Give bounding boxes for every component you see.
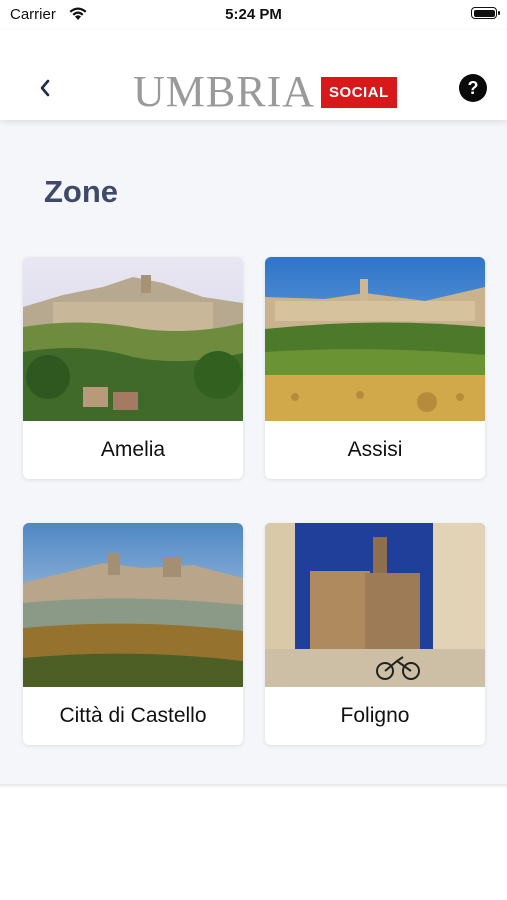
chevron-left-icon [40, 79, 50, 97]
status-bar: Carrier 5:24 PM [0, 0, 507, 30]
zone-card-assisi[interactable]: Assisi [265, 257, 485, 479]
zone-card-foligno[interactable]: Foligno [265, 523, 485, 745]
page-title: Zone [44, 174, 119, 209]
zone-image-foligno [265, 523, 485, 687]
zone-name: Amelia [100, 438, 166, 461]
zone-card-amelia[interactable]: Amelia [23, 257, 243, 479]
bottom-divider [0, 784, 507, 788]
battery-icon [471, 7, 500, 19]
content-area: Zone Amelia Assisi Città di Castello Fol… [0, 120, 507, 784]
app-logo: UMBRIA SOCIAL [133, 70, 397, 114]
help-button[interactable]: ? [459, 74, 487, 102]
zone-name: Assisi [347, 438, 403, 461]
zone-image-assisi [265, 257, 485, 421]
zone-name: Città di Castello [59, 704, 207, 727]
logo-text: UMBRIA [133, 67, 316, 116]
screen: Carrier 5:24 PM UMBRIA SOCIAL ? Zone Ame… [0, 0, 507, 900]
zone-image-amelia [23, 257, 243, 421]
zone-name: Foligno [340, 704, 410, 727]
zone-card-citta-di-castello[interactable]: Città di Castello [23, 523, 243, 745]
clock: 5:24 PM [225, 6, 282, 23]
logo-badge: SOCIAL [321, 76, 397, 108]
back-button[interactable] [30, 73, 60, 103]
app-header: UMBRIA SOCIAL [0, 30, 507, 120]
zone-image-citta-di-castello [23, 523, 243, 687]
